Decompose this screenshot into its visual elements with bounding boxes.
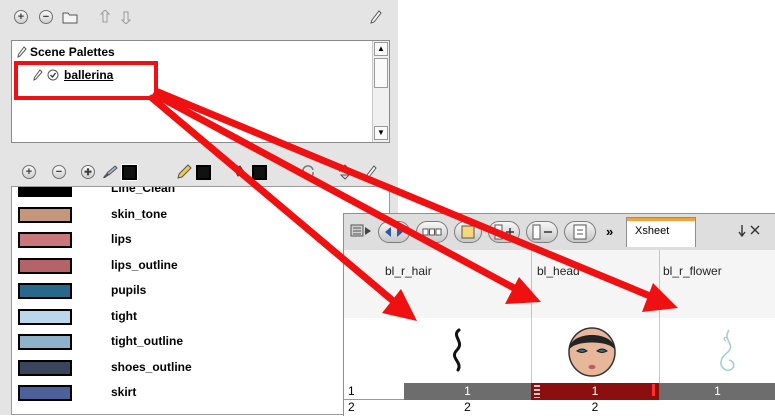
arrow-to-head [152, 91, 518, 292]
annotation-arrows [148, 88, 678, 321]
arrow-head-head [505, 277, 541, 304]
arrow-to-flower [154, 88, 654, 300]
